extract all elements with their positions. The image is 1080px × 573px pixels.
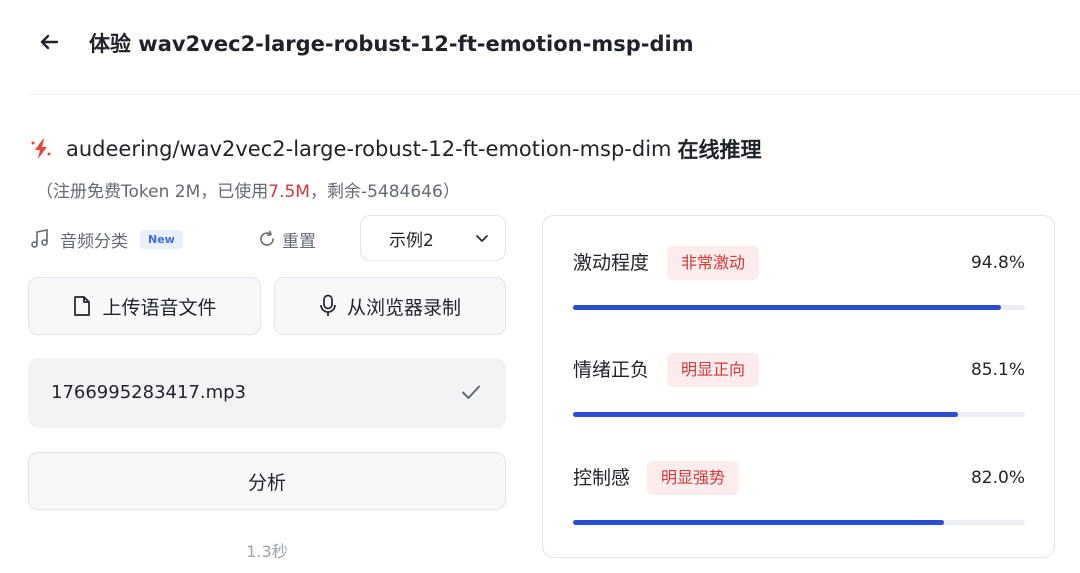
result-card: 激动程度 非常激动 94.8% 情绪正负 明显正向 85.1% 控制感 明显强势… — [542, 215, 1055, 558]
result-name: 情绪正负 — [573, 359, 650, 381]
upload-label: 上传语音文件 — [102, 296, 217, 319]
result-arousal: 激动程度 非常激动 94.8% — [573, 246, 1025, 310]
result-progress-fill — [573, 412, 958, 417]
back-arrow-icon — [40, 34, 59, 50]
model-heading: audeering/wav2vec2-large-robust-12-ft-em… — [30, 134, 762, 164]
record-label: 从浏览器录制 — [346, 296, 461, 319]
back-button[interactable] — [36, 29, 62, 55]
token-usage: （注册免费Token 2M，已使用7.5M，剩余-5484646） — [36, 177, 460, 202]
analyze-label: 分析 — [247, 471, 286, 494]
result-name: 控制感 — [573, 467, 631, 489]
result-tag: 明显强势 — [647, 461, 740, 495]
analyze-button[interactable]: 分析 — [28, 452, 506, 510]
example-selected-value: 示例2 — [389, 230, 434, 251]
audio-class-label: 音频分类 — [60, 231, 128, 252]
result-tag: 非常激动 — [667, 246, 760, 280]
reset-button[interactable]: 重置 — [258, 224, 316, 254]
result-valence: 情绪正负 明显正向 85.1% — [573, 353, 1025, 417]
example-select[interactable]: 示例2 — [360, 215, 506, 261]
spark-icon — [30, 138, 52, 160]
result-progress-track — [573, 305, 1025, 310]
result-value: 94.8% — [970, 253, 1025, 273]
token-used: 7.5M — [268, 182, 310, 202]
elapsed-time: 1.3秒 — [246, 542, 288, 561]
microphone-icon — [320, 294, 336, 316]
token-prefix: （注册免费Token 2M，已使用 — [36, 182, 269, 202]
result-value: 85.1% — [970, 360, 1025, 380]
audio-class-tab[interactable]: 音频分类 New — [30, 224, 183, 254]
page-title: 体验 wav2vec2-large-robust-12-ft-emotion-m… — [89, 32, 694, 56]
result-progress-fill — [573, 520, 944, 525]
file-name: 1766995283417.mp3 — [51, 382, 247, 403]
check-icon — [462, 385, 480, 399]
refresh-icon — [260, 230, 274, 246]
page-header: 体验 wav2vec2-large-robust-12-ft-emotion-m… — [0, 0, 1080, 92]
upload-audio-button[interactable]: 上传语音文件 — [28, 277, 261, 335]
uploaded-file: 1766995283417.mp3 — [28, 358, 506, 428]
music-note-icon — [31, 229, 48, 248]
record-browser-button[interactable]: 从浏览器录制 — [274, 277, 506, 335]
file-icon — [74, 296, 91, 316]
model-name: audeering/wav2vec2-large-robust-12-ft-em… — [66, 137, 672, 161]
model-suffix: 在线推理 — [677, 138, 762, 162]
result-progress-track — [573, 412, 1025, 417]
new-badge: New — [140, 229, 183, 249]
result-name: 激动程度 — [573, 252, 650, 274]
header-divider — [28, 94, 1080, 95]
result-progress-fill — [573, 305, 1002, 310]
result-tag: 明显正向 — [667, 353, 760, 387]
result-value: 82.0% — [970, 468, 1025, 488]
chevron-down-icon — [476, 235, 488, 242]
tool-row: 音频分类 New 重置 示例2 — [30, 215, 506, 261]
reset-label: 重置 — [282, 231, 316, 252]
result-dominance: 控制感 明显强势 82.0% — [573, 461, 1025, 525]
token-suffix: ，剩余-5484646） — [309, 182, 460, 202]
result-progress-track — [573, 520, 1025, 525]
